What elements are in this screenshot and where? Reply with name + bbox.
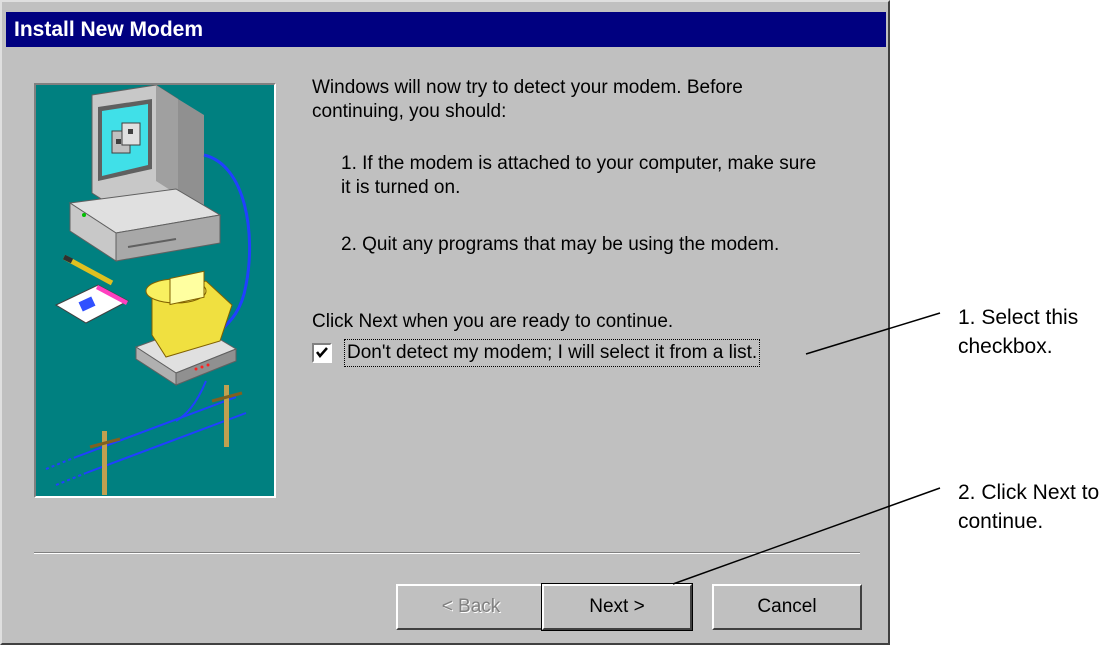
step-2-text: 2. Quit any programs that may be using t… bbox=[341, 234, 780, 255]
cancel-button[interactable]: Cancel bbox=[712, 584, 862, 630]
step-1-text: 1. If the modem is attached to your comp… bbox=[341, 153, 817, 198]
tutorial-page: Install New Modem Windows will now try t… bbox=[0, 0, 1119, 647]
telephone-icon bbox=[134, 270, 238, 386]
utility-pole-icon bbox=[89, 385, 243, 495]
dont-detect-checkbox[interactable] bbox=[312, 343, 332, 363]
modem-illustration bbox=[34, 83, 276, 498]
checkmark-icon bbox=[316, 347, 328, 358]
dialog-title: Install New Modem bbox=[6, 12, 886, 47]
button-divider bbox=[34, 552, 860, 554]
back-button[interactable]: < Back bbox=[396, 584, 546, 630]
pencil-icon bbox=[62, 254, 114, 286]
annotation-click-next: 2. Click Next to continue. bbox=[958, 481, 1100, 533]
computer-phone-illustration bbox=[45, 85, 252, 495]
ready-text: Click Next when you are ready to continu… bbox=[312, 311, 674, 332]
notepad-icon bbox=[54, 284, 130, 324]
monitor-icon bbox=[91, 85, 204, 208]
annotation-select-checkbox: 1. Select this checkbox. bbox=[958, 306, 1079, 358]
next-button[interactable]: Next > bbox=[541, 583, 693, 631]
intro-text: Windows will now try to detect your mode… bbox=[312, 77, 743, 122]
dont-detect-checkbox-label[interactable]: Don't detect my modem; I will select it … bbox=[344, 339, 761, 367]
